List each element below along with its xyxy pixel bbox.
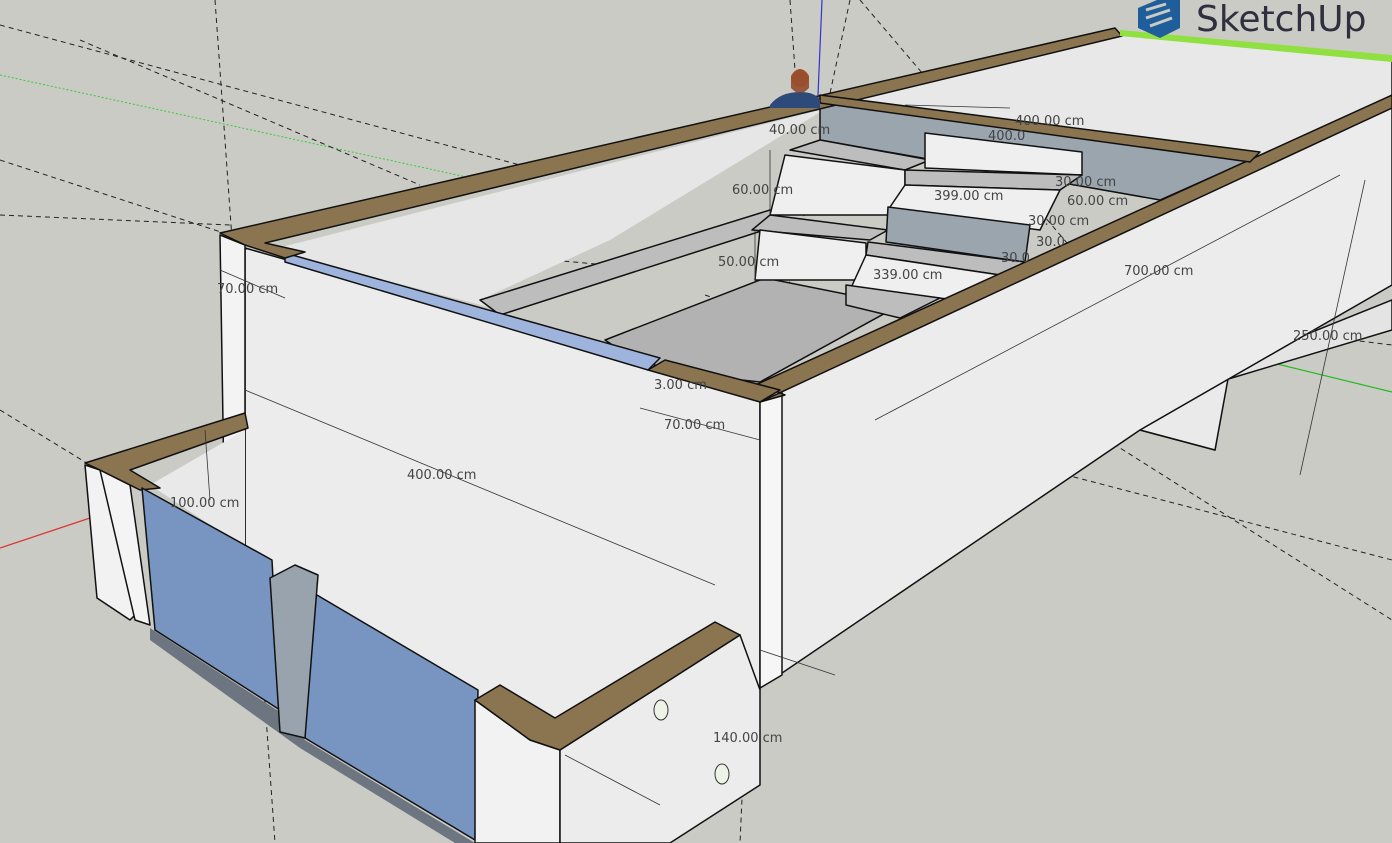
- dimension-label: 30.0: [1001, 251, 1030, 266]
- dimension-label: 400.00 cm: [1015, 114, 1084, 129]
- sketchup-logo-text: SketchUp: [1196, 0, 1367, 40]
- dimension-label: 30.00 cm: [1028, 214, 1089, 229]
- blue-axis-line: [817, 0, 823, 96]
- dimension-label: 100.00 cm: [170, 496, 239, 511]
- sketchup-3d-viewport[interactable]: 400.00 cm 400.0 40.00 cm 60.00 cm 399.00…: [0, 0, 1392, 843]
- green-axis-line: [0, 74, 481, 181]
- dimension-label: 50.00 cm: [718, 255, 779, 270]
- drain-hole: [653, 699, 669, 721]
- dimension-label: 70.00 cm: [664, 418, 725, 433]
- model-canvas[interactable]: 400.00 cm 400.0 40.00 cm 60.00 cm 399.00…: [0, 0, 1392, 843]
- dimension-label: 60.00 cm: [732, 183, 793, 198]
- dimension-label: 3.00 cm: [654, 378, 707, 393]
- dimension-label: 250.00 cm: [1293, 329, 1362, 344]
- end-wall-right-edge: [759, 389, 783, 689]
- dimension-label: 140.00 cm: [713, 731, 782, 746]
- dimension-label: 70.00 cm: [217, 282, 278, 297]
- dimension-label: 700.00 cm: [1124, 264, 1193, 279]
- scale-figure: [770, 69, 820, 108]
- dimension-label: 30.0: [1036, 235, 1065, 250]
- drain-hole: [714, 763, 730, 785]
- dimension-label: 30.00 cm: [1055, 175, 1116, 190]
- sketchup-logo: SketchUp: [1138, 0, 1367, 40]
- dimension-label: 400.0: [988, 129, 1025, 144]
- dimension-label: 60.00 cm: [1067, 194, 1128, 209]
- dimension-label: 339.00 cm: [873, 268, 942, 283]
- dimension-label: 399.00 cm: [934, 189, 1003, 204]
- red-axis-line: [0, 517, 91, 549]
- dimension-label: 400.00 cm: [407, 468, 476, 483]
- dimension-label: 40.00 cm: [769, 123, 830, 138]
